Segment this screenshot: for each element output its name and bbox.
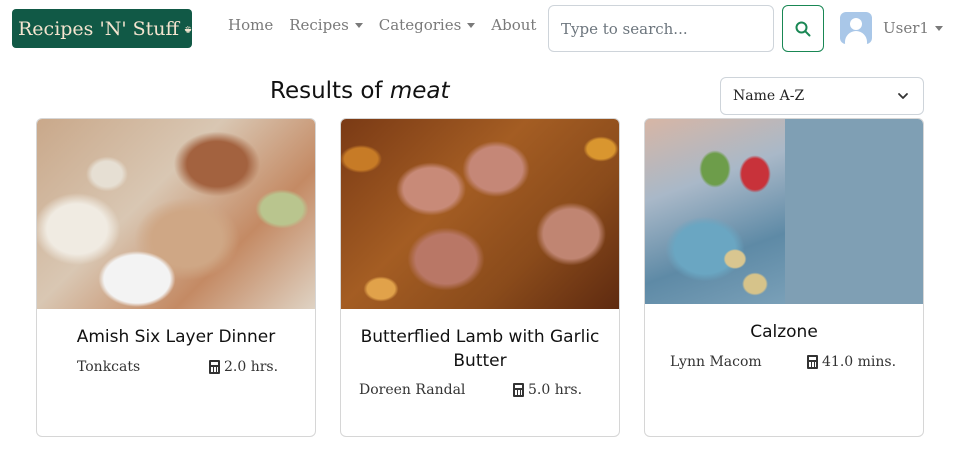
main-nav: Home Recipes Categories About: [228, 16, 536, 34]
calculator-icon: [513, 383, 524, 397]
recipe-time-value: 2.0 hrs.: [224, 359, 279, 375]
nav-categories[interactable]: Categories: [379, 16, 476, 34]
recipe-title: Butterflied Lamb with Garlic Butter: [360, 327, 600, 371]
recipe-time: 41.0 mins.: [807, 354, 896, 370]
nav-home[interactable]: Home: [228, 16, 273, 34]
search-button[interactable]: [782, 5, 824, 52]
search-icon: [795, 21, 811, 36]
user-avatar-icon: [840, 12, 872, 44]
recipe-image: [37, 119, 315, 309]
nav-about-label: About: [491, 16, 537, 34]
recipe-time: 5.0 hrs.: [513, 382, 582, 398]
recipe-time-value: 5.0 hrs.: [528, 382, 583, 398]
username: User1: [883, 19, 929, 37]
caret-down-icon: [934, 25, 943, 31]
results-heading: Results of meat: [270, 78, 450, 104]
recipe-card[interactable]: Amish Six Layer Dinner Tonkcats 2.0 hrs.: [36, 118, 316, 437]
bowl-icon: [184, 25, 192, 33]
recipe-title: Amish Six Layer Dinner: [76, 327, 276, 347]
recipe-image: [341, 119, 619, 309]
calculator-icon: [209, 360, 220, 374]
nav-about[interactable]: About: [491, 16, 536, 34]
nav-categories-label: Categories: [378, 16, 462, 34]
caret-down-icon: [354, 22, 363, 28]
brand-logo[interactable]: Recipes 'N' Stuff: [12, 9, 192, 48]
nav-recipes-label: Recipes: [289, 16, 349, 34]
chevron-down-icon: [898, 93, 908, 99]
recipe-image: [645, 119, 923, 304]
recipe-card[interactable]: Butterflied Lamb with Garlic Butter Dore…: [340, 118, 620, 437]
recipe-time-value: 41.0 mins.: [822, 354, 897, 370]
recipe-card[interactable]: Calzone Lynn Macom 41.0 mins.: [644, 118, 924, 437]
user-menu[interactable]: User1: [840, 12, 943, 44]
recipe-title: Calzone: [750, 322, 818, 342]
recipe-author: Tonkcats: [77, 359, 141, 375]
recipe-author: Lynn Macom: [670, 354, 762, 370]
nav-recipes[interactable]: Recipes: [289, 16, 363, 34]
recipe-author: Doreen Randal: [359, 382, 466, 398]
nav-home-label: Home: [228, 16, 274, 34]
results-prefix: Results of: [270, 78, 390, 104]
brand-name: Recipes 'N' Stuff: [18, 17, 179, 40]
caret-down-icon: [467, 22, 476, 28]
recipe-time: 2.0 hrs.: [209, 359, 278, 375]
search-input[interactable]: [548, 5, 774, 52]
calculator-icon: [807, 355, 818, 369]
sort-selected: Name A-Z: [733, 88, 805, 104]
results-query: meat: [389, 78, 450, 104]
sort-select[interactable]: Name A-Z: [720, 77, 924, 115]
